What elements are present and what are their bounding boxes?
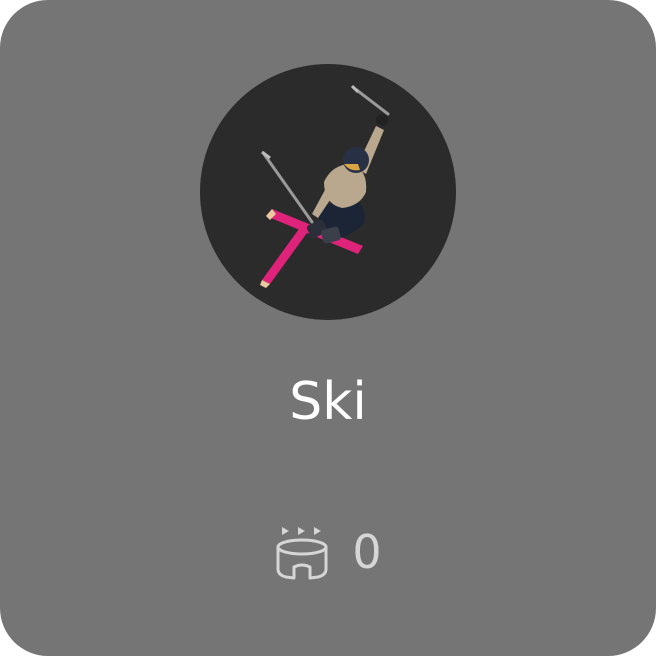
sport-card[interactable]: Ski 0 (0, 0, 656, 656)
sport-stats: 0 (0, 522, 656, 582)
sport-title: Ski (289, 372, 367, 432)
sport-image (200, 64, 456, 320)
stadium-icon (276, 527, 328, 580)
skier-illustration (260, 84, 390, 288)
sport-count: 0 (352, 525, 382, 579)
